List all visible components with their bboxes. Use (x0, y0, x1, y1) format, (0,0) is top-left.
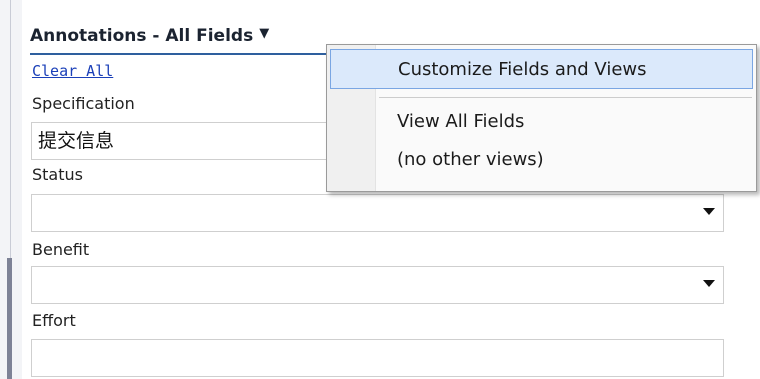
effort-field[interactable] (31, 339, 724, 377)
status-dropdown-arrow-icon (703, 208, 715, 215)
sidebar-scroll-handle[interactable] (7, 258, 12, 379)
menu-item-view-all-fields[interactable]: View All Fields (330, 101, 753, 141)
panel-header: Annotations - All Fields ▼ (30, 22, 269, 50)
panel-title: Annotations - All Fields (30, 26, 254, 46)
clear-all-link[interactable]: Clear All (32, 62, 113, 80)
menu-item-customize-fields[interactable]: Customize Fields and Views (330, 49, 753, 89)
benefit-select[interactable] (31, 266, 724, 304)
view-options-menu: Customize Fields and Views View All Fiel… (326, 44, 757, 192)
specification-label: Specification (32, 94, 135, 113)
effort-label: Effort (32, 311, 76, 330)
status-select[interactable] (31, 194, 724, 232)
view-dropdown-arrow-icon[interactable]: ▼ (259, 26, 269, 41)
benefit-label: Benefit (32, 240, 90, 259)
menu-no-other-views: (no other views) (397, 149, 544, 170)
menu-separator (379, 97, 752, 98)
status-label: Status (32, 165, 83, 184)
benefit-dropdown-arrow-icon (703, 280, 715, 287)
